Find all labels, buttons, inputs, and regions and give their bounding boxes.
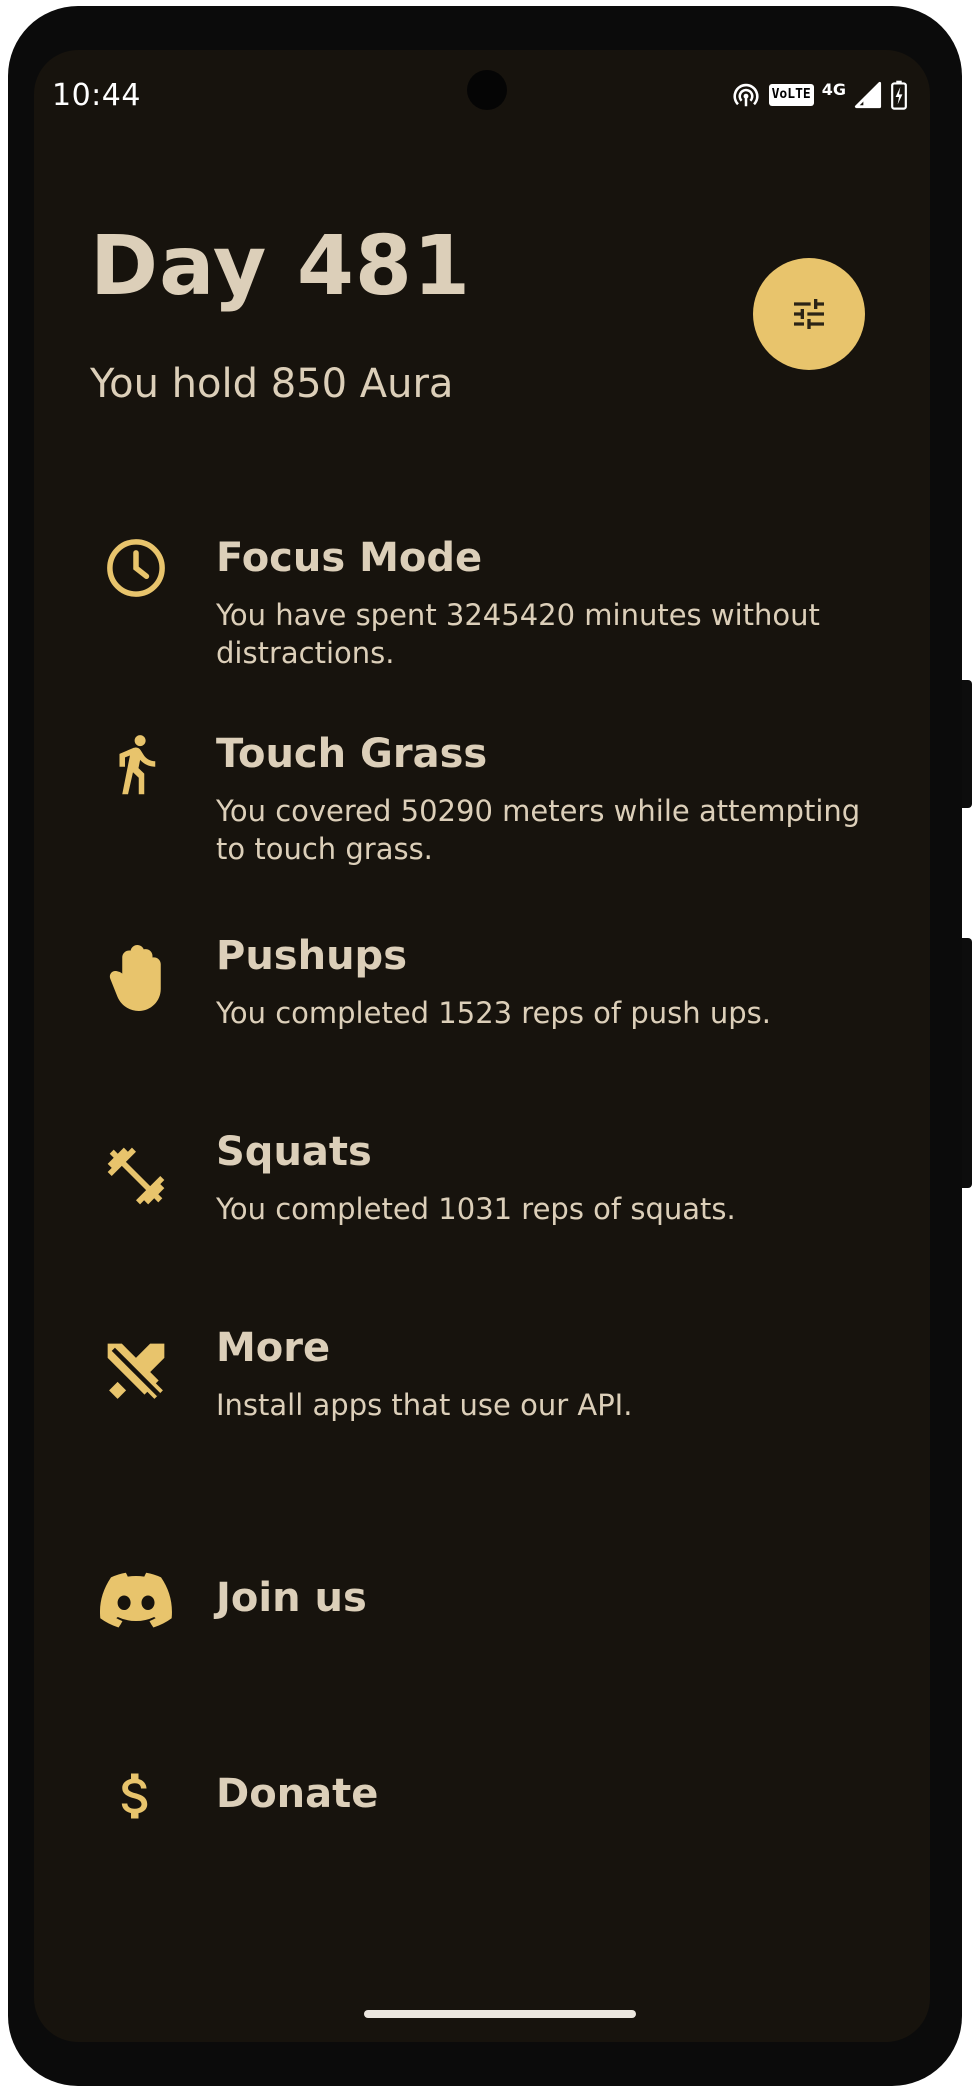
battery-charging-icon [891, 80, 907, 110]
item-description: You have spent 3245420 minutes without d… [216, 598, 820, 670]
running-person-icon [98, 726, 174, 802]
list-item-squats[interactable]: Squats You completed 1031 reps of squats… [34, 1098, 930, 1228]
status-time: 10:44 [52, 78, 141, 113]
item-title: Focus Mode [216, 535, 483, 581]
item-title: Pushups [216, 933, 407, 979]
volte-badge: VoLTE [768, 84, 814, 106]
item-description: Install apps that use our API. [216, 1388, 633, 1422]
dumbbell-icon [98, 1138, 174, 1214]
list-item-more[interactable]: More Install apps that use our API. [34, 1294, 930, 1424]
item-title: Donate [216, 1771, 379, 1817]
hand-icon [98, 940, 174, 1016]
crossed-swords-icon [98, 1334, 174, 1410]
power-button [962, 938, 972, 1188]
home-indicator[interactable] [364, 2010, 636, 2018]
front-camera [467, 70, 507, 110]
dollar-icon [98, 1758, 174, 1834]
list-item-touch-grass[interactable]: Touch Grass You covered 50290 meters whi… [34, 676, 930, 866]
aura-balance: You hold 850 Aura [90, 361, 454, 407]
signal-icon [854, 81, 882, 109]
list-item-focus-mode[interactable]: Focus Mode You have spent 3245420 minute… [34, 480, 930, 670]
discord-icon [98, 1562, 174, 1638]
list-item-join-us[interactable]: Join us [34, 1540, 930, 1660]
item-title: Join us [216, 1575, 367, 1621]
item-description: You covered 50290 meters while attemptin… [216, 794, 861, 866]
item-description: You completed 1523 reps of push ups. [216, 996, 771, 1030]
tune-sliders-icon [794, 299, 824, 329]
item-title: More [216, 1325, 331, 1371]
page-title: Day 481 [90, 219, 472, 314]
list-item-pushups[interactable]: Pushups You completed 1523 reps of push … [34, 902, 930, 1032]
list-item-donate[interactable]: Donate [34, 1736, 930, 1856]
hotspot-icon [733, 83, 759, 107]
clock-icon [98, 530, 174, 606]
status-icons: VoLTE 4G [731, 78, 908, 112]
app-screen: 10:44 VoLTE 4G Day 481 You hold 850 Aura [34, 50, 930, 2042]
item-title: Squats [216, 1129, 372, 1175]
settings-button[interactable] [753, 258, 865, 370]
network-type: 4G [821, 80, 846, 99]
item-description: You completed 1031 reps of squats. [216, 1192, 736, 1226]
item-title: Touch Grass [216, 731, 488, 777]
volume-button [962, 680, 972, 808]
